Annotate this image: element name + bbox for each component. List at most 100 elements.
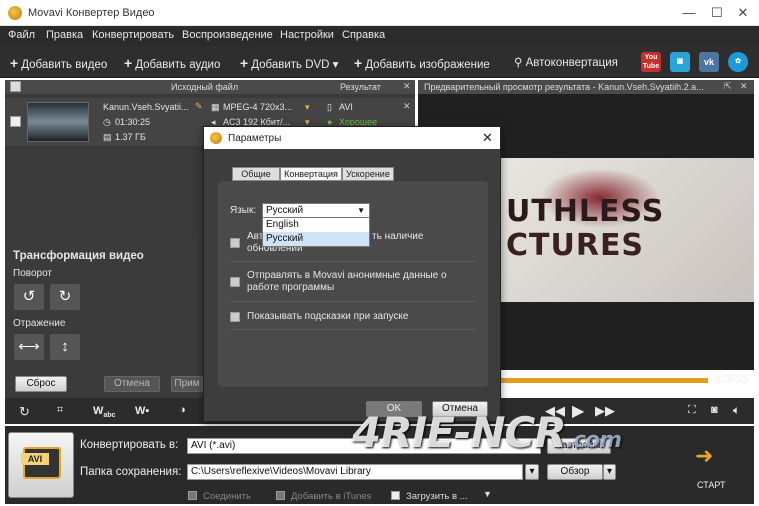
language-option-russian[interactable]: Русский bbox=[263, 232, 369, 246]
video-dropdown-icon[interactable]: ▾ bbox=[305, 102, 310, 113]
start-arrow-icon[interactable]: ➜ bbox=[695, 445, 723, 467]
file-list-header: Исходный файл Результат ✕ bbox=[5, 80, 415, 94]
add-dvd-button[interactable]: + Добавить DVD ▾ bbox=[240, 55, 338, 71]
title-bar: Movavi Конвертер Видео — ☐ ✕ bbox=[0, 0, 759, 26]
save-folder-field[interactable]: C:\Users\reflexive\Videos\Movavi Library bbox=[187, 464, 523, 480]
window-title: Movavi Конвертер Видео bbox=[28, 7, 155, 19]
crop-icon[interactable]: ⌗ bbox=[57, 404, 63, 417]
flip-vertical-button[interactable]: ↕ bbox=[50, 334, 80, 360]
select-all-checkbox[interactable] bbox=[10, 81, 21, 92]
image-watermark-icon[interactable]: W▪ bbox=[135, 405, 149, 417]
tab-conversion[interactable]: Конвертация bbox=[280, 167, 342, 181]
close-icon[interactable]: ✕ bbox=[403, 81, 411, 92]
flip-vertical-icon: ↕ bbox=[61, 338, 69, 355]
file-name: Kanun.Vseh.Svyatii... bbox=[103, 102, 189, 112]
folder-dropdown-icon[interactable]: ▾ bbox=[525, 464, 539, 480]
menu-settings[interactable]: Настройки bbox=[280, 29, 334, 41]
seek-bar[interactable] bbox=[500, 378, 708, 383]
video-track: MPEG-4 720x3... bbox=[223, 102, 293, 112]
popout-icon[interactable]: ⇱ bbox=[724, 81, 732, 92]
itunes-checkbox[interactable] bbox=[276, 491, 285, 500]
tab-general[interactable]: Общие bbox=[232, 167, 280, 181]
adjust-icon[interactable]: ◑ bbox=[179, 404, 186, 416]
updates-checkbox[interactable] bbox=[230, 238, 240, 248]
format-icon-button[interactable]: AVI bbox=[8, 432, 74, 498]
itunes-label: Добавить в iTunes bbox=[291, 491, 372, 502]
file-size: 1.37 ГБ bbox=[115, 132, 146, 142]
toolbar: + Добавить видео + Добавить аудио + Добавит… bbox=[0, 46, 759, 78]
flip-horizontal-icon: ⟷ bbox=[18, 338, 40, 355]
youtube-icon[interactable]: You Tube bbox=[641, 52, 661, 72]
menu-playback[interactable]: Воспроизведение bbox=[182, 29, 273, 41]
anon-data-checkbox[interactable] bbox=[230, 277, 240, 287]
mirror-label: Отражение bbox=[13, 318, 66, 329]
rotate-left-button[interactable]: ↺ bbox=[14, 284, 44, 310]
rotate-right-button[interactable]: ↻ bbox=[50, 284, 80, 310]
fullscreen-icon[interactable]: ⛶ bbox=[688, 404, 696, 417]
search-icon: ⚲ bbox=[514, 57, 526, 69]
film-reel-icon[interactable]: ✿ bbox=[728, 52, 748, 72]
apply-transform-button[interactable]: Прим bbox=[171, 376, 203, 392]
menu-file[interactable]: Файл bbox=[8, 29, 35, 41]
watermark-icon[interactable]: Wabc bbox=[93, 405, 115, 419]
add-image-button[interactable]: + Добавить изображение bbox=[354, 55, 490, 71]
menu-edit[interactable]: Правка bbox=[46, 29, 83, 41]
close-icon[interactable]: ✕ bbox=[740, 81, 748, 92]
upload-dropdown-icon[interactable]: ▼ bbox=[483, 489, 492, 499]
minimize-button[interactable]: — bbox=[675, 4, 703, 22]
browse-button[interactable]: Обзор bbox=[547, 464, 603, 480]
menu-bar: Файл Правка Конвертировать Воспроизведен… bbox=[0, 26, 759, 46]
volume-icon[interactable]: 🔈︎ bbox=[733, 403, 740, 418]
dialog-title: Параметры bbox=[228, 133, 282, 144]
add-audio-button[interactable]: + Добавить аудио bbox=[124, 55, 220, 71]
language-select[interactable]: Русский ▼ bbox=[262, 203, 370, 218]
transform-title: Трансформация видео bbox=[13, 250, 144, 262]
join-checkbox[interactable] bbox=[188, 491, 197, 500]
tab-acceleration[interactable]: Ускорение bbox=[342, 167, 394, 181]
divider bbox=[230, 301, 476, 302]
vk-icon[interactable]: vk bbox=[699, 52, 719, 72]
add-video-button[interactable]: + Добавить видео bbox=[10, 55, 107, 71]
hints-label: Показывать подсказки при запуске bbox=[247, 311, 409, 322]
edit-icon[interactable]: ✎ bbox=[195, 101, 203, 112]
close-button[interactable]: ✕ bbox=[729, 4, 757, 22]
autoconvert-button[interactable]: ⚲ Автоконвертация bbox=[514, 55, 618, 69]
language-selected-value: Русский bbox=[266, 205, 304, 216]
file-thumbnail bbox=[27, 102, 89, 142]
menu-help[interactable]: Справка bbox=[342, 29, 385, 41]
reset-button[interactable]: Сброс bbox=[15, 376, 67, 392]
flip-horizontal-button[interactable]: ⟷ bbox=[14, 334, 44, 360]
start-label[interactable]: СТАРТ bbox=[697, 480, 726, 490]
join-label: Соединить bbox=[203, 491, 251, 502]
result-format: AVI bbox=[339, 102, 353, 112]
updates-label-end: ть наличие bbox=[372, 231, 424, 242]
divider bbox=[230, 329, 476, 330]
dialog-close-icon[interactable]: ✕ bbox=[482, 130, 493, 146]
preview-header: Предварительный просмотр результата - Ka… bbox=[418, 80, 754, 94]
language-option-english[interactable]: English bbox=[263, 218, 369, 232]
settings-dialog: Параметры ✕ Общие Конвертация Ускорение … bbox=[203, 126, 501, 422]
app-logo-icon bbox=[8, 6, 22, 20]
file-checkbox[interactable] bbox=[10, 116, 21, 127]
watermark-logo: 4RIE-NCR.com bbox=[352, 408, 622, 457]
snapshot-icon[interactable]: ◙ bbox=[711, 404, 718, 416]
file-size-icon: ▤ bbox=[103, 132, 112, 142]
clock-icon: ◷ bbox=[103, 117, 111, 127]
menu-convert[interactable]: Конвертировать bbox=[92, 29, 174, 41]
movavi-social-icon[interactable]: ▣ bbox=[670, 52, 690, 72]
upload-checkbox[interactable] bbox=[391, 491, 400, 500]
upload-label: Загрузить в ... bbox=[406, 491, 468, 502]
browse-dropdown-icon[interactable]: ▾ bbox=[603, 464, 616, 480]
cancel-transform-button[interactable]: Отмена bbox=[104, 376, 160, 392]
preview-text-1: UTHLESS bbox=[506, 194, 665, 229]
divider bbox=[230, 261, 476, 262]
language-label: Язык: bbox=[230, 205, 257, 216]
remove-file-icon[interactable]: ✕ bbox=[403, 101, 411, 112]
anon-data-label: Отправлять в Movavi анонимные данные о р… bbox=[247, 270, 447, 293]
hints-checkbox[interactable] bbox=[230, 312, 240, 322]
rotate-tool-icon[interactable]: ↻ bbox=[19, 404, 30, 420]
plus-icon: + bbox=[124, 55, 133, 71]
convert-to-label: Конвертировать в: bbox=[80, 439, 179, 451]
col-source: Исходный файл bbox=[171, 82, 239, 92]
maximize-button[interactable]: ☐ bbox=[703, 4, 731, 22]
